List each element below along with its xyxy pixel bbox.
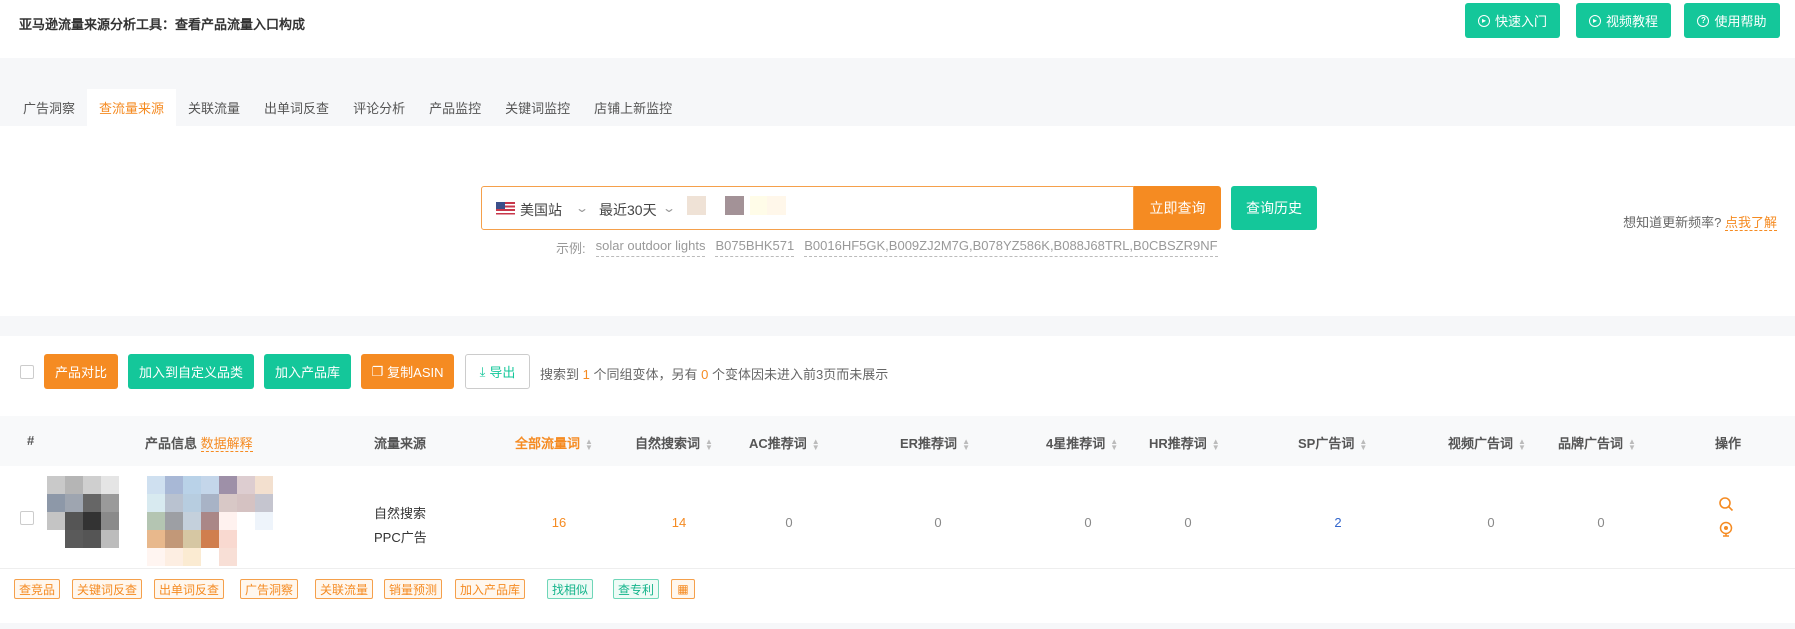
search-panel: 美国站 ⌄ 最近30天 ⌄ 立即查询 查询历史 示例: solar outdoo… (0, 126, 1795, 316)
col-sp[interactable]: SP广告词 ▲ ▼ (1298, 433, 1367, 452)
site-select[interactable]: 美国站 (520, 200, 562, 220)
sort-icon[interactable]: ▲ ▼ (585, 437, 593, 451)
col-brand[interactable]: 品牌广告词 ▲ ▼ (1558, 433, 1636, 452)
product-image-blurred[interactable] (147, 476, 273, 566)
row-checkbox[interactable] (20, 511, 34, 525)
source-organic: 自然搜索 (374, 506, 427, 521)
tab-order-keywords[interactable]: 出单词反查 (252, 89, 341, 126)
tab-product-monitor[interactable]: 产品监控 (417, 89, 493, 126)
select-all-checkbox[interactable] (20, 365, 34, 379)
example-link[interactable]: B0016HF5GK,B009ZJ2M7G,B078YZ586K,B088J68… (804, 238, 1218, 257)
example-link[interactable]: solar outdoor lights (595, 238, 706, 257)
question-icon: ? (1697, 14, 1710, 27)
us-flag-icon (496, 202, 515, 215)
tag-order-keywords[interactable]: 出单词反查 (154, 579, 225, 599)
value-ac: 0 (785, 515, 793, 530)
sort-icon[interactable]: ▲ ▼ (1212, 437, 1220, 451)
asin-chip-blurred (767, 196, 786, 215)
sort-icon[interactable]: ▲ ▼ (1518, 437, 1526, 451)
col-ac[interactable]: AC推荐词 ▲ ▼ (749, 433, 820, 452)
examples-label: 示例: (556, 241, 586, 256)
search-box[interactable]: 美国站 ⌄ 最近30天 ⌄ (481, 186, 1134, 230)
play-icon: ▸ (1477, 14, 1490, 27)
copy-icon: ❐ (371, 363, 384, 379)
tag-related-traffic[interactable]: 关联流量 (315, 579, 374, 599)
value-hr: 0 (1184, 515, 1192, 530)
tag-add-library[interactable]: 加入产品库 (455, 579, 526, 599)
period-select[interactable]: 最近30天 (599, 200, 657, 220)
col-traffic-source: 流量来源 (374, 436, 427, 451)
monitor-icon[interactable] (1718, 521, 1734, 537)
col-video[interactable]: 视频广告词 ▲ ▼ (1448, 433, 1526, 452)
page-title: 亚马逊流量来源分析工具：查看产品流量入口构成 (19, 17, 306, 32)
example-link[interactable]: B075BHK571 (715, 238, 795, 257)
value-sp[interactable]: 2 (1308, 515, 1368, 530)
history-button[interactable]: 查询历史 (1231, 186, 1317, 230)
tab-ad-insight[interactable]: 广告洞察 (11, 89, 87, 126)
chevron-down-icon[interactable]: ⌄ (575, 201, 589, 215)
value-brand: 0 (1597, 515, 1605, 530)
video-tutorial-button[interactable]: ▸ 视频教程 (1576, 3, 1671, 38)
asin-chip-blurred (725, 196, 744, 215)
play-icon: ▸ (1588, 14, 1601, 27)
sort-icon[interactable]: ▲ ▼ (1628, 437, 1636, 451)
update-frequency-link[interactable]: 点我了解 (1724, 215, 1777, 231)
header: 亚马逊流量来源分析工具：查看产品流量入口构成 ▸ 快速入门 ▸ 视频教程 ? 使用帮助 (0, 0, 1795, 58)
row-action-tags: 查竞品 关键词反查 出单词反查 广告洞察 关联流量 销量预测 加入产品库 找相似… (0, 569, 1795, 609)
tab-store-new-monitor[interactable]: 店铺上新监控 (582, 89, 684, 126)
asin-chip-blurred (687, 196, 706, 215)
value-er: 0 (934, 515, 942, 530)
tab-related-traffic[interactable]: 关联流量 (176, 89, 252, 126)
value-4star: 0 (1084, 515, 1092, 530)
results-toolbar: 产品对比 加入到自定义品类 加入产品库 ❐ 复制ASIN ⤓ 导出 搜索到 1 个同… (0, 354, 1795, 390)
tool-tabs: 广告洞察 查流量来源 关联流量 出单词反查 评论分析 产品监控 关键词监控 店铺… (11, 89, 684, 126)
col-er[interactable]: ER推荐词 ▲ ▼ (900, 433, 970, 452)
compare-button[interactable]: 产品对比 (44, 354, 118, 389)
tag-ad-insight[interactable]: 广告洞察 (240, 579, 299, 599)
add-custom-category-button[interactable]: 加入到自定义品类 (128, 354, 254, 389)
search-icon[interactable] (1718, 496, 1734, 512)
product-image-blurred[interactable] (47, 476, 119, 548)
quick-start-button[interactable]: ▸ 快速入门 (1465, 3, 1560, 38)
copy-asin-button[interactable]: ❐ 复制ASIN (361, 354, 454, 389)
col-operations: 操作 (1715, 436, 1742, 451)
download-icon: ⤓ (479, 363, 486, 379)
sort-icon[interactable]: ▲ ▼ (705, 437, 713, 451)
data-explain-link[interactable]: 数据解释 (200, 436, 253, 452)
export-button[interactable]: ⤓ 导出 (465, 354, 530, 389)
tab-traffic-source[interactable]: 查流量来源 (87, 89, 177, 126)
tag-sales-forecast[interactable]: 销量预测 (384, 579, 443, 599)
tag-find-similar[interactable]: 找相似 (547, 579, 594, 599)
help-button[interactable]: ? 使用帮助 (1684, 3, 1780, 38)
calculator-icon[interactable]: ▦ (671, 579, 695, 599)
source-ppc: PPC广告 (374, 530, 427, 545)
value-video: 0 (1487, 515, 1495, 530)
table-row: 自然搜索 PPC广告 16 14 0 0 0 0 2 0 0 (0, 466, 1795, 569)
tag-competitor[interactable]: 查竞品 (14, 579, 61, 599)
col-all-traffic[interactable]: 全部流量词 ▲ ▼ (515, 433, 593, 452)
sort-icon[interactable]: ▲ ▼ (1110, 437, 1118, 451)
value-all-traffic[interactable]: 16 (529, 515, 589, 530)
col-hr[interactable]: HR推荐词 ▲ ▼ (1149, 433, 1220, 452)
sort-icon[interactable]: ▲ ▼ (1359, 437, 1367, 451)
tab-review-analysis[interactable]: 评论分析 (341, 89, 417, 126)
update-frequency-hint: 想知道更新频率? 点我了解 (1623, 215, 1777, 231)
tag-keyword-reverse[interactable]: 关键词反查 (72, 579, 143, 599)
col-organic[interactable]: 自然搜索词 ▲ ▼ (635, 433, 713, 452)
col-product-info: 产品信息 数据解释 (145, 436, 253, 452)
sort-icon[interactable]: ▲ ▼ (962, 437, 970, 451)
value-organic[interactable]: 14 (649, 515, 709, 530)
chevron-down-icon[interactable]: ⌄ (662, 201, 676, 215)
col-index: # (27, 433, 35, 448)
sort-icon[interactable]: ▲ ▼ (812, 437, 820, 451)
results-panel: 产品对比 加入到自定义品类 加入产品库 ❐ 复制ASIN ⤓ 导出 搜索到 1 个同… (0, 336, 1795, 623)
add-library-button[interactable]: 加入产品库 (264, 354, 351, 389)
tag-patent-check[interactable]: 查专利 (613, 579, 660, 599)
query-button[interactable]: 立即查询 (1134, 186, 1221, 230)
tab-keyword-monitor[interactable]: 关键词监控 (493, 89, 582, 126)
table-header: # 产品信息 数据解释 流量来源 全部流量词 ▲ ▼ 自然搜索词 ▲ ▼ AC推荐词 ▲ ▼… (0, 416, 1795, 466)
search-examples: 示例: solar outdoor lights B075BHK571 B001… (556, 238, 1218, 257)
col-4star[interactable]: 4星推荐词 ▲ ▼ (1046, 433, 1118, 452)
result-summary: 搜索到 1 个同组变体，另有 0 个变体因未进入前3页而未展示 (540, 367, 889, 382)
